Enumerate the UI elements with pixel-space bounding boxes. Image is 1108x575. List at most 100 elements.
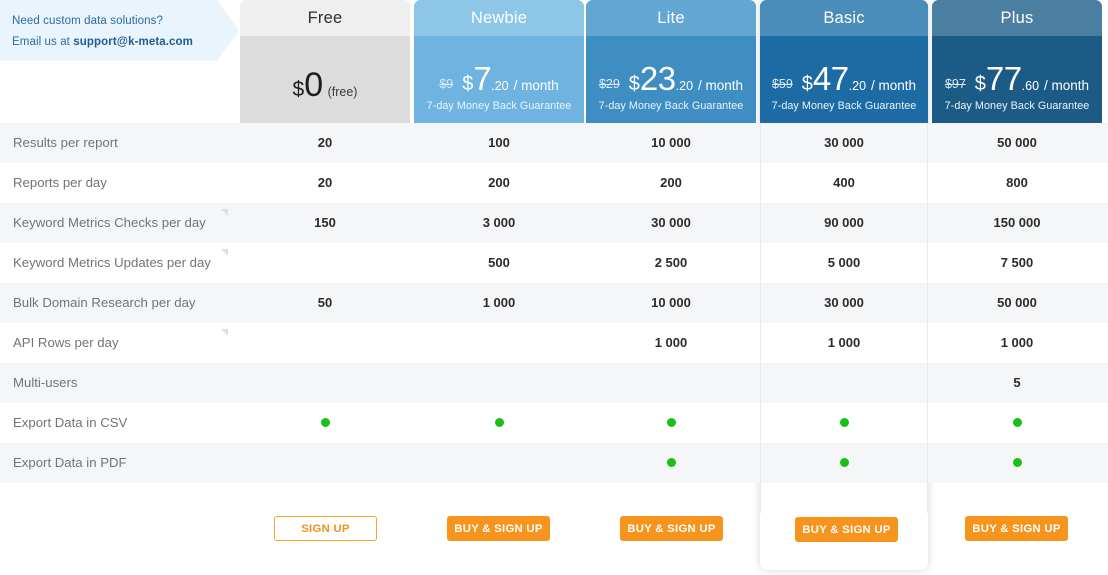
feature-value-cell: 10 000 [651, 135, 691, 150]
feature-value-cell [240, 443, 410, 483]
price-period: / month [871, 78, 917, 93]
info-tooltip-icon[interactable] [221, 209, 228, 216]
info-tooltip-icon[interactable] [221, 249, 228, 256]
cta-row: SIGN UP BUY & SIGN UP BUY & SIGN UP BUY … [0, 505, 1108, 575]
table-row: Reports per day 20 200 200 400 800 [0, 163, 1108, 203]
feature-label: Reports per day [13, 175, 107, 190]
check-dot-icon [839, 458, 849, 468]
feature-value-cell [240, 243, 410, 283]
plan-price-plus: $97 $77.60 / month 7-day Money Back Guaran… [932, 36, 1102, 123]
feature-value-cell: 20 [317, 175, 333, 190]
currency-symbol: $ [628, 73, 640, 95]
plan-title-lite: Lite [586, 0, 756, 36]
plan-title-newbie: Newbie [414, 0, 584, 36]
plan-price-lite: $29 $23.20 / month 7-day Money Back Guaran… [586, 36, 756, 123]
price-cents: .20 [491, 79, 509, 93]
feature-value-cell: 150 000 [993, 215, 1041, 230]
feature-value-cell: 1 000 [654, 335, 688, 350]
old-price: $59 [771, 77, 793, 91]
feature-value-cell: 500 [488, 255, 510, 270]
plan-header-lite: Lite $29 $23.20 / month 7-day Money Back G… [586, 0, 756, 123]
plan-title-basic: Basic [760, 0, 928, 36]
plan-title-plus: Plus [932, 0, 1102, 36]
feature-value-cell: 200 [660, 175, 682, 190]
promo-email[interactable]: support@k-meta.com [73, 36, 193, 48]
feature-value-cell: 50 [317, 295, 333, 310]
feature-value-cell [240, 323, 410, 363]
signup-button-free[interactable]: SIGN UP [274, 516, 377, 541]
table-row: Keyword Metrics Updates per day 500 2 500 5… [0, 243, 1108, 283]
feature-label: Keyword Metrics Updates per day [13, 255, 211, 270]
feature-value-cell: 50 000 [997, 135, 1037, 150]
price-free-note: (free) [327, 85, 358, 99]
pricing-table: Need custom data solutions? Email us at … [0, 0, 1108, 575]
old-price: $29 [598, 77, 620, 91]
currency-symbol: $ [462, 73, 474, 95]
feature-included-dot-cell [240, 403, 410, 443]
guarantee-text: 7-day Money Back Guarantee [944, 100, 1090, 112]
feature-value-cell: 10 000 [651, 295, 691, 310]
buy-button-lite[interactable]: BUY & SIGN UP [620, 516, 723, 541]
highlight-divider-left [760, 123, 761, 513]
price-period: / month [513, 78, 559, 93]
feature-label: Export Data in PDF [13, 455, 127, 470]
buy-button-basic[interactable]: BUY & SIGN UP [795, 517, 898, 542]
feature-included-dot-cell [932, 403, 1102, 443]
feature-value-cell: 5 000 [827, 255, 861, 270]
guarantee-text: 7-day Money Back Guarantee [771, 100, 917, 112]
feature-label: Bulk Domain Research per day [13, 295, 196, 310]
price-amount: 47 [812, 60, 849, 97]
check-dot-icon [1012, 458, 1022, 468]
feature-value-cell: 1 000 [482, 295, 516, 310]
feature-label: Keyword Metrics Checks per day [13, 215, 206, 230]
price-amount: 0 [304, 66, 323, 104]
plan-price-free: $0 (free) [240, 36, 410, 123]
guarantee-text: 7-day Money Back Guarantee [598, 100, 744, 112]
feature-value-cell [760, 363, 928, 403]
info-tooltip-icon[interactable] [221, 329, 228, 336]
feature-value-cell: 200 [488, 175, 510, 190]
price-amount: 7 [473, 60, 492, 97]
currency-symbol: $ [801, 73, 813, 95]
feature-value-cell: 30 000 [824, 135, 864, 150]
buy-button-plus[interactable]: BUY & SIGN UP [965, 516, 1068, 541]
old-price: $97 [944, 77, 966, 91]
table-row: Export Data in PDF [0, 443, 1108, 483]
feature-included-dot-cell [760, 403, 928, 443]
price-period: / month [698, 78, 744, 93]
promo-headline: Need custom data solutions? [12, 15, 164, 27]
feature-label: Multi-users [13, 375, 78, 390]
feature-value-cell: 2 500 [654, 255, 688, 270]
promo-contact-prefix: Email us at [12, 36, 74, 48]
check-dot-icon [320, 418, 330, 428]
feature-value-cell [414, 443, 584, 483]
feature-included-dot-cell [586, 403, 756, 443]
price-period: / month [1044, 78, 1090, 93]
feature-included-dot-cell [932, 443, 1102, 483]
feature-value-cell: 100 [488, 135, 510, 150]
feature-value-cell [414, 363, 584, 403]
feature-value-cell: 1 000 [827, 335, 861, 350]
feature-included-dot-cell [414, 403, 584, 443]
feature-value-cell: 50 000 [997, 295, 1037, 310]
feature-value-cell: 3 000 [482, 215, 516, 230]
feature-table: Results per report 20 100 10 000 30 000 50 00… [0, 123, 1108, 483]
buy-button-newbie[interactable]: BUY & SIGN UP [447, 516, 550, 541]
table-row: Results per report 20 100 10 000 30 000 50 00… [0, 123, 1108, 163]
price-cents: .20 [848, 79, 867, 93]
feature-included-dot-cell [760, 443, 928, 483]
feature-value-cell: 30 000 [651, 215, 691, 230]
check-dot-icon [839, 418, 849, 428]
currency-symbol: $ [974, 73, 986, 95]
check-dot-icon [1012, 418, 1022, 428]
feature-value-cell: 90 000 [824, 215, 864, 230]
banner-arrow-notch [217, 0, 239, 61]
feature-value-cell: 150 [314, 215, 336, 230]
table-row: Multi-users 5 [0, 363, 1108, 403]
feature-value-cell: 7 500 [1000, 255, 1034, 270]
price-cents: .20 [675, 79, 694, 93]
plan-header-newbie: Newbie $9 $7.20 / month 7-day Money Back G… [414, 0, 584, 123]
feature-value-cell: 30 000 [824, 295, 864, 310]
plan-header-plus: Plus $97 $77.60 / month 7-day Money Back G… [932, 0, 1102, 123]
check-dot-icon [666, 458, 676, 468]
